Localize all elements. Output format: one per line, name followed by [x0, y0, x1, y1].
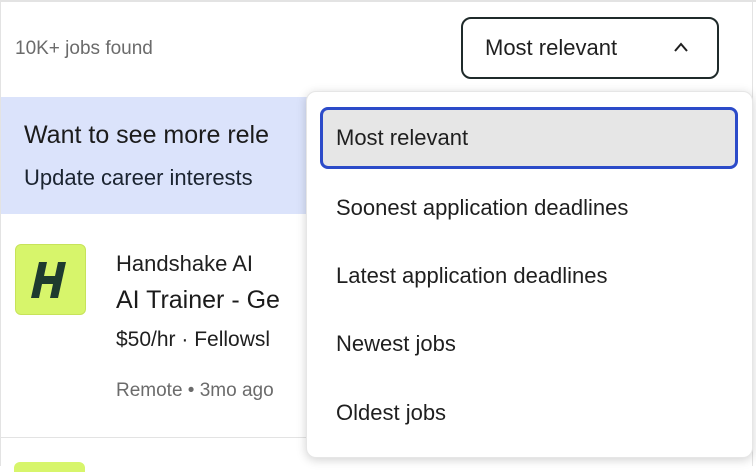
sort-option-soonest-deadlines[interactable]: Soonest application deadlines [320, 177, 738, 239]
update-career-interests-link[interactable]: Update career interests [24, 165, 253, 191]
sort-option-oldest-jobs[interactable]: Oldest jobs [320, 382, 738, 444]
job-pay: $50/hr · Fellowsl [116, 328, 271, 351]
sort-selected-label: Most relevant [485, 35, 618, 60]
banner-title: Want to see more rele [24, 121, 270, 149]
employer-name: Handshake AI [116, 251, 253, 276]
next-employer-logo [14, 462, 85, 472]
handshake-logo-icon [30, 261, 66, 298]
sort-option-latest-deadlines[interactable]: Latest application deadlines [320, 245, 738, 307]
sort-menu: Most relevant Soonest application deadli… [306, 91, 753, 458]
top-border [0, 0, 756, 2]
job-title[interactable]: AI Trainer - Ge [116, 286, 280, 315]
results-count: 10K+ jobs found [15, 38, 153, 59]
sort-option-newest-jobs[interactable]: Newest jobs [320, 313, 738, 375]
sort-dropdown[interactable]: Most relevant [461, 17, 719, 79]
job-meta: Remote • 3mo ago [116, 380, 274, 401]
chevron-up-icon [674, 42, 688, 52]
employer-logo [15, 244, 86, 315]
sort-option-most-relevant[interactable]: Most relevant [320, 107, 738, 169]
